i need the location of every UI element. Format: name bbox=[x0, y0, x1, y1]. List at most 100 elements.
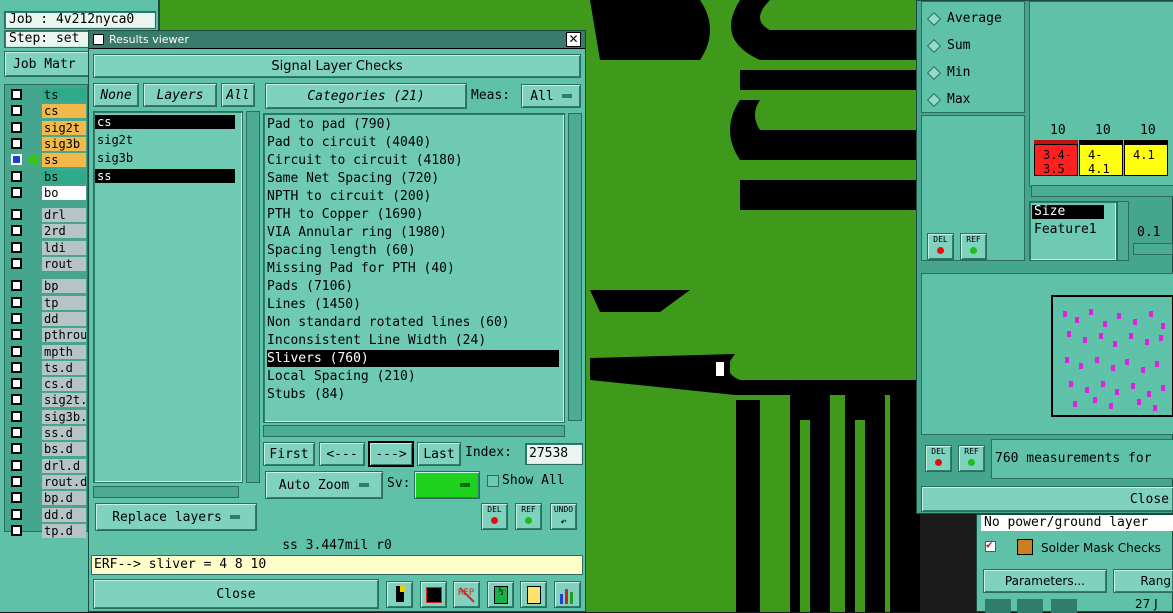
layer-checkbox[interactable] bbox=[11, 524, 22, 536]
category-item[interactable]: Lines (1450) bbox=[267, 296, 559, 313]
calc-icon[interactable]: ½ bbox=[487, 581, 514, 608]
categories-button[interactable]: Categories (21) bbox=[265, 83, 467, 109]
ref-button[interactable]: REF bbox=[960, 233, 987, 260]
layers-list[interactable] bbox=[93, 111, 243, 483]
layer-checkbox[interactable] bbox=[11, 329, 22, 341]
list-item-feature[interactable]: Feature1 bbox=[1032, 223, 1114, 237]
layer-name[interactable]: pthrou bbox=[42, 328, 86, 343]
del-button[interactable]: DEL bbox=[927, 233, 954, 260]
dialog-title-bar[interactable]: Results viewer ✕ bbox=[89, 31, 585, 49]
layer-checkbox[interactable] bbox=[11, 492, 22, 504]
del-button[interactable]: DEL bbox=[925, 445, 952, 472]
layer-name[interactable]: drl.d bbox=[42, 458, 86, 473]
category-item[interactable]: Non standard rotated lines (60) bbox=[267, 314, 559, 331]
category-item[interactable]: Circuit to circuit (4180) bbox=[267, 152, 559, 169]
layer-name[interactable]: 2rd bbox=[42, 224, 86, 239]
category-item[interactable]: PTH to Copper (1690) bbox=[267, 206, 559, 223]
tool-icon[interactable] bbox=[1017, 599, 1043, 613]
layer-name[interactable]: rout bbox=[42, 257, 86, 271]
histogram-bin[interactable]: 4.1 bbox=[1124, 144, 1168, 176]
category-item[interactable]: Stubs (84) bbox=[267, 386, 559, 403]
undo-button[interactable]: UNDO ↶ bbox=[550, 503, 577, 530]
layer-name[interactable]: cs.d bbox=[42, 377, 86, 392]
layer-name[interactable]: bp.d bbox=[42, 491, 86, 506]
layer-checkbox[interactable] bbox=[11, 241, 22, 253]
layer-item-cs[interactable]: cs bbox=[95, 115, 235, 129]
layer-checkbox[interactable] bbox=[11, 459, 22, 471]
notes-icon[interactable] bbox=[520, 581, 547, 608]
measure-list-vscroll[interactable] bbox=[1117, 201, 1129, 261]
tool-icon[interactable] bbox=[1051, 599, 1077, 613]
sv-color-dropdown[interactable] bbox=[414, 471, 480, 499]
flag-icon[interactable] bbox=[386, 581, 413, 608]
layer-checkbox[interactable] bbox=[11, 258, 22, 269]
layer-checkbox[interactable] bbox=[11, 427, 22, 438]
thumbnail-preview[interactable] bbox=[1051, 295, 1173, 417]
layer-name[interactable]: ts bbox=[42, 88, 86, 102]
category-item[interactable]: Slivers (760) bbox=[267, 350, 559, 367]
close-icon[interactable]: ✕ bbox=[566, 32, 581, 47]
categories-hscroll[interactable] bbox=[263, 425, 565, 437]
layer-name[interactable]: tp bbox=[42, 295, 86, 310]
category-item[interactable]: NPTH to circuit (200) bbox=[267, 188, 559, 205]
meas-dropdown[interactable]: All bbox=[521, 84, 581, 108]
category-item[interactable]: Missing Pad for PTH (40) bbox=[267, 260, 559, 277]
layer-checkbox[interactable] bbox=[11, 137, 22, 149]
layer-checkbox[interactable] bbox=[11, 394, 22, 406]
histogram-bin[interactable]: 4- 4.1 bbox=[1079, 144, 1123, 176]
ref-button[interactable]: REF bbox=[958, 445, 985, 472]
layers-button[interactable]: Layers bbox=[143, 83, 217, 107]
category-item[interactable]: Local Spacing (210) bbox=[267, 368, 559, 385]
layer-checkbox[interactable] bbox=[11, 209, 22, 221]
layer-name[interactable]: ss.d bbox=[42, 426, 86, 440]
layer-checkbox[interactable] bbox=[11, 378, 22, 390]
layer-name[interactable]: tp.d bbox=[42, 523, 86, 538]
list-item-size[interactable]: Size bbox=[1032, 205, 1104, 219]
layer-checkbox[interactable] bbox=[11, 154, 22, 166]
category-item[interactable]: Pads (7106) bbox=[267, 278, 559, 295]
layer-checkbox[interactable] bbox=[11, 508, 22, 520]
layer-checkbox[interactable] bbox=[11, 475, 22, 487]
report-icon[interactable]: REP bbox=[453, 581, 480, 608]
category-item[interactable]: Spacing length (60) bbox=[267, 242, 559, 259]
layer-name[interactable]: ts.d bbox=[42, 360, 86, 375]
layer-name[interactable]: bs.d bbox=[42, 442, 86, 457]
first-button[interactable]: First bbox=[263, 442, 315, 466]
none-button[interactable]: None bbox=[93, 83, 139, 107]
layer-name[interactable]: cs bbox=[42, 104, 86, 119]
layer-checkbox[interactable] bbox=[11, 105, 22, 117]
job-matrix-button[interactable]: Job Matr bbox=[4, 51, 96, 77]
layer-name[interactable]: rout.d bbox=[42, 474, 86, 489]
parameters-button[interactable]: Parameters... bbox=[983, 569, 1107, 593]
layer-name[interactable]: dd.d bbox=[42, 507, 86, 522]
layer-name[interactable]: bp bbox=[42, 279, 86, 294]
layer-name[interactable]: dd bbox=[42, 311, 86, 326]
layers-hscroll[interactable] bbox=[93, 486, 239, 498]
layers-vscroll[interactable] bbox=[246, 111, 260, 483]
category-item[interactable]: VIA Annular ring (1980) bbox=[267, 224, 559, 241]
layer-checkbox[interactable] bbox=[11, 280, 22, 292]
layer-item-ss[interactable]: ss bbox=[95, 169, 235, 183]
value-slider[interactable] bbox=[1133, 243, 1173, 255]
histogram-bin[interactable]: 3.4- 3.5 bbox=[1034, 144, 1078, 176]
ref-button[interactable]: REF bbox=[515, 503, 542, 530]
layer-checkbox[interactable] bbox=[11, 410, 22, 422]
layer-checkbox[interactable] bbox=[11, 121, 22, 133]
layer-name[interactable]: sig2t bbox=[42, 120, 86, 135]
layer-checkbox[interactable] bbox=[11, 170, 22, 182]
layer-item-sig2t[interactable]: sig2t bbox=[95, 133, 235, 147]
close-button[interactable]: Close bbox=[93, 579, 379, 609]
layer-checkbox[interactable] bbox=[11, 225, 22, 237]
layer-checkbox[interactable] bbox=[11, 443, 22, 455]
layer-name[interactable]: sig2t. bbox=[42, 393, 86, 408]
range-button[interactable]: Rang bbox=[1113, 569, 1173, 593]
next-button[interactable]: ---> bbox=[368, 441, 414, 467]
categories-vscroll[interactable] bbox=[568, 113, 582, 421]
layer-checkbox[interactable] bbox=[11, 296, 22, 308]
layer-checkbox[interactable] bbox=[11, 89, 22, 100]
layer-checkbox[interactable] bbox=[11, 312, 22, 324]
categories-list[interactable]: Pad to pad (790) Pad to circuit (4040) Cir… bbox=[263, 113, 565, 423]
solder-mask-checkbox[interactable]: ✔ bbox=[985, 538, 996, 552]
layer-name[interactable]: ldi bbox=[42, 240, 86, 255]
auto-zoom-dropdown[interactable]: Auto Zoom bbox=[265, 471, 383, 499]
